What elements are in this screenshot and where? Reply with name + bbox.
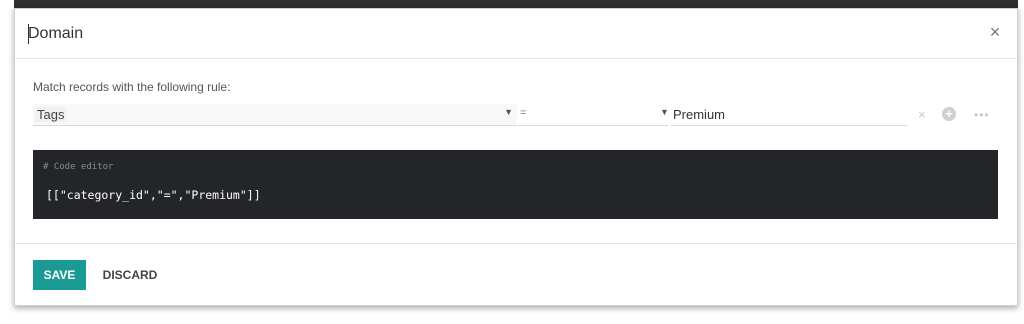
more-options-icon[interactable]: •••	[974, 107, 990, 123]
operator-select[interactable]: =	[518, 104, 668, 126]
dialog-footer: SAVE DISCARD	[15, 243, 1017, 307]
code-editor-comment: # Code editor	[43, 162, 114, 172]
app-page-background	[0, 80, 14, 310]
field-path-selector[interactable]: Tags ▼	[33, 104, 517, 126]
domain-dialog: Domain × Match records with the followin…	[14, 8, 1018, 306]
dialog-body: Match records with the following rule: T…	[15, 60, 1017, 243]
save-button[interactable]: SAVE	[33, 260, 86, 290]
caret-down-icon: ▼	[504, 107, 513, 117]
caret-down-icon: ▼	[660, 107, 669, 117]
value-text: Premium	[673, 107, 726, 122]
code-editor[interactable]: # Code editor [["category_id","=","Premi…	[33, 150, 998, 219]
domain-code[interactable]: [["category_id","=","Premium"]]	[46, 188, 261, 202]
discard-button[interactable]: DISCARD	[94, 260, 166, 290]
operator-value: =	[520, 107, 527, 119]
field-path-value: Tags	[35, 107, 67, 122]
delete-rule-icon[interactable]: ×	[918, 107, 926, 123]
rule-label: Match records with the following rule:	[33, 80, 231, 94]
add-rule-icon[interactable]: +	[942, 107, 956, 121]
close-icon[interactable]: ×	[987, 23, 1003, 41]
dialog-header: Domain ×	[15, 9, 1017, 59]
value-input[interactable]: Premium	[671, 104, 907, 126]
dialog-title: Domain	[28, 25, 84, 42]
